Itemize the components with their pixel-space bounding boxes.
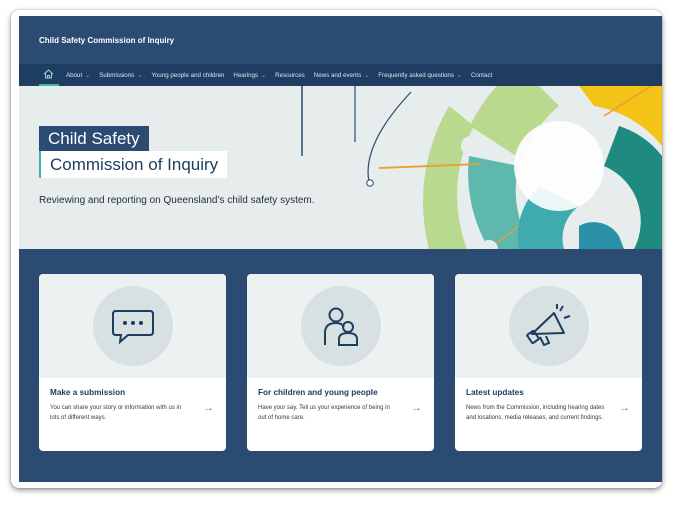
chevron-down-icon: ⌄ [364,72,370,79]
card-description: You can share your story or information … [50,405,182,421]
nav-items: About ⌄ Submissions ⌄ Young people and child… [66,64,492,86]
web-page: Child Safety Commission of Inquiry About… [19,16,662,482]
hero-banner: Child Safety Commission of Inquiry Revie… [19,86,662,249]
main-navigation: About ⌄ Submissions ⌄ Young people and child… [19,64,662,86]
people-icon [323,307,358,346]
card-icon-circle [508,286,589,366]
card-title: Make a submission [50,388,126,397]
card-description: News from the Commission, including hear… [466,405,605,421]
nav-item-label: About [66,71,83,79]
card-title: For children and young people [258,388,378,397]
nav-home-button[interactable] [39,64,59,86]
nav-item-label: Contact [470,71,493,79]
nav-item[interactable]: Hearings ⌄ [233,72,266,79]
card-title: Latest updates [466,388,524,397]
nav-item[interactable]: About ⌄ [66,72,90,79]
nav-item[interactable]: Submissions ⌄ [99,72,142,79]
hero-title-line2: Commission of Inquiry [39,151,228,178]
nav-item[interactable]: Resources [275,72,305,79]
nav-item-label: Submissions [99,71,135,79]
site-name-link[interactable]: Child Safety Commission of Inquiry [39,36,174,45]
card-make-submission[interactable]: Make a submission You can share your sto… [39,274,226,451]
chevron-down-icon: ⌄ [261,72,267,79]
card-description: Have your say. Tell us your experience o… [258,405,390,421]
site-header: Child Safety Commission of Inquiry [19,16,662,64]
megaphone-icon [525,304,570,347]
arrow-right-icon[interactable]: → [619,402,630,414]
card-children-young-people[interactable]: For children and young people Have your … [247,274,434,451]
card-latest-updates[interactable]: Latest updates News from the Commission,… [455,274,642,451]
card-icon-circle [300,286,381,366]
nav-item-label: Hearings [233,71,259,79]
nav-item[interactable]: News and events ⌄ [314,72,370,79]
chevron-down-icon: ⌄ [137,72,143,79]
nav-item[interactable]: Young people and children [151,72,224,79]
arrow-right-icon[interactable]: → [411,402,422,414]
card-image-area [247,274,434,378]
chevron-down-icon: ⌄ [456,72,462,79]
nav-item-label: News and events [313,71,362,79]
chevron-down-icon: ⌄ [85,72,91,79]
card-image-area [39,274,226,378]
hero-title-line1: Child Safety [39,126,149,151]
nav-item-label: Frequently asked questions [378,71,454,79]
nav-item[interactable]: Contact [471,72,492,79]
home-icon [43,69,54,79]
nav-item[interactable]: Frequently asked questions ⌄ [378,72,462,79]
hero-subtitle: Reviewing and reporting on Queensland’s … [39,195,315,206]
cards-section: Make a submission You can share your sto… [19,249,662,482]
nav-item-label: Young people and children [151,71,225,79]
card-image-area [455,274,642,378]
chat-bubble-icon [111,310,154,345]
nav-item-label: Resources [275,71,305,79]
card-icon-circle [92,286,173,366]
arrow-right-icon[interactable]: → [203,402,214,414]
